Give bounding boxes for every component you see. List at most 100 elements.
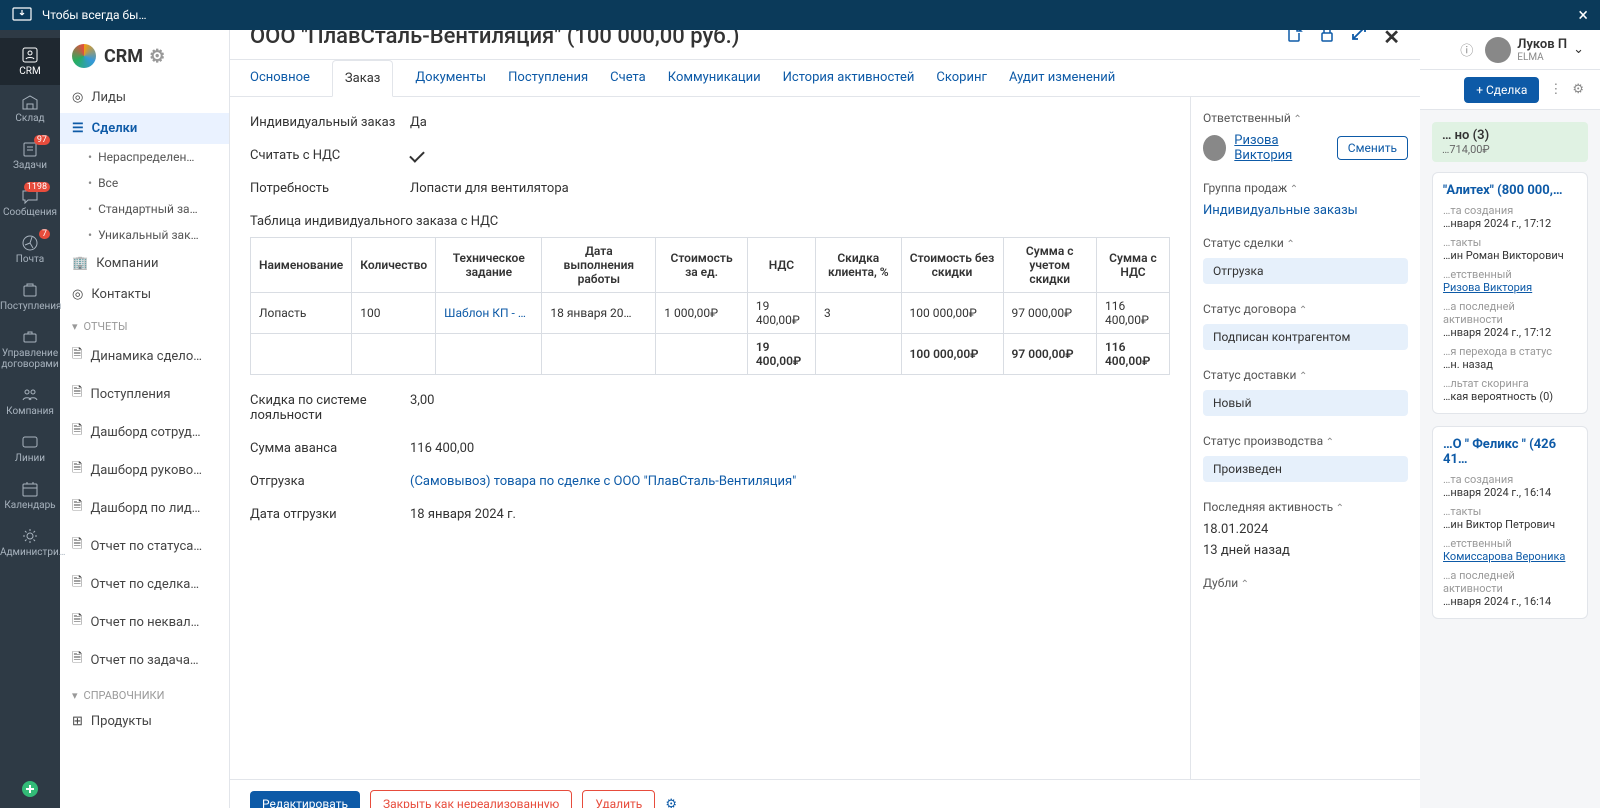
sidebar-report-2[interactable]: 🗎 Дашборд сотруд…	[60, 413, 229, 451]
rail-company[interactable]: Компания	[0, 378, 60, 425]
sidebar-report-7[interactable]: 🗎 Отчет по неквал…	[60, 603, 229, 641]
close-icon[interactable]: ✕	[1383, 30, 1400, 49]
sp-prod-title[interactable]: Статус производства	[1203, 434, 1408, 448]
tab-order[interactable]: Заказ	[332, 60, 394, 97]
sidebar-sub-0[interactable]: Нераспределен…	[60, 144, 229, 170]
sidebar-report-3[interactable]: 🗎 Дашборд руково…	[60, 451, 229, 489]
rail-receipts[interactable]: Поступления	[0, 273, 60, 320]
deal-card-0[interactable]: "Алитех" (800 000,… …та создания…нваря 2…	[1432, 172, 1588, 414]
topbar-close-icon[interactable]: ×	[1578, 5, 1588, 26]
download-icon	[12, 7, 32, 23]
export-icon[interactable]	[1285, 30, 1303, 49]
chevron-down-icon: ⌄	[1573, 42, 1584, 57]
label-shipdate: Дата отгрузки	[250, 507, 410, 522]
last-date: 18.01.2024	[1203, 522, 1408, 537]
sidebar-companies[interactable]: 🏢 Компании	[60, 248, 229, 279]
value-discount: 3,00	[410, 393, 1170, 423]
label-individual: Индивидуальный заказ	[250, 115, 410, 130]
tab-audit[interactable]: Аудит изменений	[1009, 60, 1115, 96]
label-vat: Считать с НДС	[250, 148, 410, 163]
modal-tabs: Основное Заказ Документы Поступления Сче…	[230, 60, 1420, 97]
label-discount: Скидка по системе лояльности	[250, 393, 410, 423]
modal-title: ООО "ПлавСталь-Вентиляция" (100 000,00 р…	[250, 30, 1285, 49]
sidebar-ref-0[interactable]: ⊞ Продукты	[60, 706, 229, 737]
sp-owner-title[interactable]: Ответственный	[1203, 111, 1408, 125]
table-row[interactable]: Лопасть100Шаблон КП - …18 января 20…1 00…	[251, 293, 1170, 334]
system-topbar: Чтобы всегда бы… ×	[0, 0, 1600, 30]
user-menu[interactable]: Луков ПELMA ⌄	[1485, 37, 1584, 63]
gear-icon[interactable]: ⚙	[1572, 82, 1584, 97]
close-unrealized-button[interactable]: Закрыть как нереализованную	[370, 790, 572, 808]
group-link[interactable]: Индивидуальные заказы	[1203, 203, 1358, 218]
sidebar-report-1[interactable]: 🗎 Поступления	[60, 375, 229, 413]
tech-link[interactable]: Шаблон КП - …	[444, 306, 526, 320]
rail-mail[interactable]: 7Почта	[0, 226, 60, 273]
sidebar-deals[interactable]: ☰ Сделки	[60, 113, 229, 144]
shipment-link[interactable]: (Самовывоз) товара по сделке с ООО "Плав…	[410, 474, 796, 489]
sidebar-report-4[interactable]: 🗎 Дашборд по лид…	[60, 489, 229, 527]
sidebar-sub-1[interactable]: Все	[60, 170, 229, 196]
lock-icon[interactable]	[1319, 30, 1335, 49]
more-icon[interactable]: ⋮	[1549, 82, 1562, 97]
sidebar-contacts[interactable]: ◎ Контакты	[60, 279, 229, 310]
footer-gear-icon[interactable]: ⚙	[665, 797, 677, 808]
rail-lines[interactable]: Линии	[0, 425, 60, 472]
expand-icon[interactable]	[1351, 30, 1367, 49]
tab-scoring[interactable]: Скоринг	[936, 60, 987, 96]
label-need: Потребность	[250, 181, 410, 196]
contract-status-badge: Подписан контрагентом	[1203, 324, 1408, 350]
app-logo	[72, 44, 96, 68]
sidebar-sub-2[interactable]: Стандартный за…	[60, 196, 229, 222]
sidebar-reports-title[interactable]: ▾ ОТЧЕТЫ	[60, 310, 229, 337]
tab-receipts[interactable]: Поступления	[508, 60, 588, 96]
rail-calendar[interactable]: Календарь	[0, 472, 60, 519]
modal-footer: Редактировать Закрыть как нереализованну…	[230, 779, 1420, 808]
rail-warehouse[interactable]: Склад	[0, 85, 60, 132]
gear-icon[interactable]: ⚙	[149, 46, 165, 67]
sidebar-sub-3[interactable]: Уникальный зак…	[60, 222, 229, 248]
sp-group-title[interactable]: Группа продаж	[1203, 181, 1408, 195]
rail-messages[interactable]: 1198Сообщения	[0, 179, 60, 226]
tab-docs[interactable]: Документы	[415, 60, 486, 96]
topbar-hint: Чтобы всегда бы…	[42, 8, 146, 22]
tab-comms[interactable]: Коммуникации	[668, 60, 761, 96]
sidebar-refs-title[interactable]: ▾ СПРАВОЧНИКИ	[60, 679, 229, 706]
sidebar: CRM⚙ ◎ Лиды ☰ Сделки Нераспределен… Все …	[60, 30, 230, 808]
sp-dupes-title[interactable]: Дубли	[1203, 576, 1408, 590]
kanban-column-head: … но (3) …714,00₽	[1432, 122, 1588, 162]
help-icon[interactable]: ⓘ	[1460, 40, 1473, 59]
tab-history[interactable]: История активностей	[783, 60, 915, 96]
tab-invoices[interactable]: Счета	[610, 60, 646, 96]
sp-contract-title[interactable]: Статус договора	[1203, 302, 1408, 316]
owner-avatar	[1203, 135, 1226, 161]
rail-contracts[interactable]: Управление договорами	[0, 320, 60, 378]
delivery-status-badge: Новый	[1203, 390, 1408, 416]
sp-last-title[interactable]: Последняя активность	[1203, 500, 1408, 514]
new-deal-button[interactable]: + Сделка	[1464, 77, 1539, 103]
sidebar-report-0[interactable]: 🗎 Динамика сдело…	[60, 337, 229, 375]
check-icon	[409, 147, 425, 163]
delete-button[interactable]: Удалить	[582, 790, 655, 808]
last-ago: 13 дней назад	[1203, 543, 1408, 558]
sidebar-report-6[interactable]: 🗎 Отчет по сделка…	[60, 565, 229, 603]
rail-add[interactable]	[0, 772, 60, 808]
order-table: НаименованиеКоличествоТехническое задани…	[250, 237, 1170, 375]
sp-delivery-title[interactable]: Статус доставки	[1203, 368, 1408, 382]
change-owner-button[interactable]: Сменить	[1337, 136, 1408, 160]
rail-admin[interactable]: Администри…	[0, 519, 60, 566]
table-caption: Таблица индивидуального заказа с НДС	[250, 214, 1170, 229]
sp-dealstatus-title[interactable]: Статус сделки	[1203, 236, 1408, 250]
label-shipment: Отгрузка	[250, 474, 410, 489]
sidebar-report-8[interactable]: 🗎 Отчет по задача…	[60, 641, 229, 679]
deal-card-1[interactable]: …О " Феликс " (426 41… …та создания…нвар…	[1432, 426, 1588, 619]
value-vat	[410, 148, 1170, 163]
sidebar-report-5[interactable]: 🗎 Отчет по статуса…	[60, 527, 229, 565]
rail-crm[interactable]: CRM	[0, 38, 60, 85]
sidebar-leads[interactable]: ◎ Лиды	[60, 82, 229, 113]
owner-link[interactable]: Ризова Виктория	[1234, 133, 1328, 163]
label-advance: Сумма аванса	[250, 441, 410, 456]
edit-button[interactable]: Редактировать	[250, 791, 360, 808]
side-panel: Ответственный Ризова Виктория Сменить Гр…	[1190, 97, 1420, 779]
tab-main[interactable]: Основное	[250, 60, 310, 96]
rail-tasks[interactable]: 97Задачи	[0, 132, 60, 179]
